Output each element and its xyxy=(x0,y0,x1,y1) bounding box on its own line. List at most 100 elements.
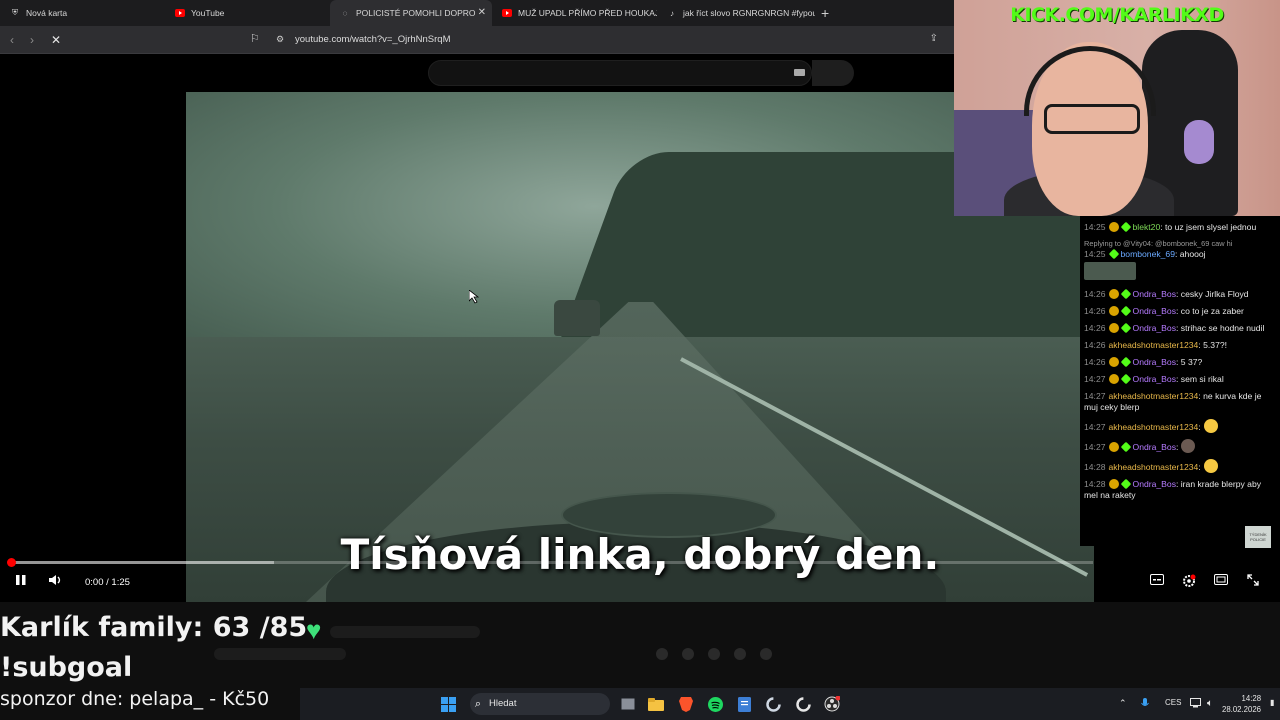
task-view-icon[interactable] xyxy=(620,696,636,712)
chat-username[interactable]: akheadshotmaster1234 xyxy=(1109,391,1199,401)
screen: ⛨ Nová karta YouTube ◌ POLICISTÉ POMOHLI… xyxy=(0,0,1280,720)
carousel-dots xyxy=(656,648,772,660)
chat-username[interactable]: Ondra_Bos xyxy=(1133,289,1176,299)
url-text: youtube.com/watch?v=_OjrhNnSrqM xyxy=(295,34,451,45)
stop-icon[interactable]: ✕ xyxy=(51,33,61,47)
url-field[interactable]: ⚐ ⚙ youtube.com/watch?v=_OjrhNnSrqM ⇪ xyxy=(246,30,946,50)
obs-icon[interactable] xyxy=(824,696,840,712)
bookmark-icon[interactable]: ⚐ xyxy=(250,32,260,45)
tab-label: Nová karta xyxy=(26,8,68,18)
chat-message: 14:26 Ondra_Bos: 5 37? xyxy=(1084,356,1203,368)
microphone-icon[interactable] xyxy=(1141,698,1149,711)
tray-expand-icon[interactable]: ⌃ xyxy=(1119,698,1127,709)
site-settings-icon[interactable]: ⚙ xyxy=(276,34,284,45)
notifications-icon[interactable]: ▮ xyxy=(1270,698,1274,707)
windows-start-icon[interactable] xyxy=(440,696,456,712)
tab-bar: ⛨ Nová karta YouTube ◌ POLICISTÉ POMOHLI… xyxy=(0,0,956,26)
chat-username[interactable]: blekt20 xyxy=(1133,222,1161,232)
chat-message: 14:26 Ondra_Bos: strihac se hodne nudil xyxy=(1084,322,1265,334)
back-icon[interactable]: ‹ xyxy=(10,33,14,47)
kick-channel-url: KICK.COM/KARLIKXD xyxy=(1010,4,1224,26)
tab-label: YouTube xyxy=(191,8,225,18)
youtube-search-input[interactable] xyxy=(428,60,812,86)
chat-username[interactable]: Ondra_Bos xyxy=(1133,442,1176,452)
tab-tiktok[interactable]: ♪ jak říct slovo RGNRGNRGN #fypou xyxy=(657,0,815,26)
chat-username[interactable]: Ondra_Bos xyxy=(1133,357,1176,367)
ccleaner-icon[interactable] xyxy=(765,696,781,712)
pause-icon[interactable] xyxy=(15,574,27,589)
chat-username[interactable]: akheadshotmaster1234 xyxy=(1109,422,1199,432)
chat-username[interactable]: Ondra_Bos xyxy=(1133,374,1176,384)
laughing-emoji-icon xyxy=(1203,419,1218,433)
chat-username[interactable]: akheadshotmaster1234 xyxy=(1109,340,1199,350)
fullscreen-icon[interactable] xyxy=(1247,574,1259,589)
police-logo: TÝDENÍK POLICIE xyxy=(1245,526,1271,548)
spotify-icon[interactable] xyxy=(707,696,723,712)
video-timecode: 0:00 / 1:25 xyxy=(85,577,130,588)
laughing-emoji-icon xyxy=(1203,459,1218,473)
address-bar: ‹ › ✕ ⚐ ⚙ youtube.com/watch?v=_OjrhNnSrq… xyxy=(0,26,956,54)
language-indicator[interactable]: CES xyxy=(1165,698,1181,707)
progress-scrubber[interactable] xyxy=(7,558,16,567)
tab-muz-upadl[interactable]: MUŽ UPADL PŘÍMO PŘED HOUKAJÍC xyxy=(492,0,657,26)
youtube-search-button[interactable] xyxy=(812,60,854,86)
chat-message: 14:26 akheadshotmaster1234: 5.37?! xyxy=(1084,340,1228,350)
ccleaner-alt-icon[interactable] xyxy=(795,696,811,712)
chat-message: 14:26 Ondra_Bos: cesky Jirlka Floyd xyxy=(1084,288,1249,300)
progress-buffered xyxy=(11,561,274,564)
tab-close-icon[interactable]: ✕ xyxy=(478,7,486,18)
chat-username[interactable]: Ondra_Bos xyxy=(1133,323,1176,333)
volume-tray-icon[interactable]: 🔈︎ xyxy=(1207,698,1213,709)
stream-chat: 14:25 blekt20: to uz jsem slysel jednou R… xyxy=(1080,216,1280,546)
subtitles-icon[interactable] xyxy=(1150,574,1164,588)
emote-icon xyxy=(1181,439,1196,453)
file-explorer-icon[interactable] xyxy=(648,696,664,712)
chat-message: 14:25 blekt20: to uz jsem slysel jednou xyxy=(1084,221,1257,233)
tab-policiste[interactable]: ◌ POLICISTÉ POMOHLI DOPRO ✕ xyxy=(330,0,492,26)
placeholder-bar xyxy=(214,648,346,660)
youtube-icon xyxy=(175,8,185,18)
chat-message: 14:25 bombonek_69: ahoooj xyxy=(1084,248,1206,260)
video-progress-bar[interactable] xyxy=(7,558,1093,567)
webcam-overlay: KICK.COM/KARLIKXD xyxy=(954,0,1280,216)
network-icon[interactable] xyxy=(1190,698,1201,710)
chat-message: 14:27 akheadshotmaster1234: xyxy=(1084,419,1276,433)
miniplayer-icon[interactable] xyxy=(1214,574,1228,588)
family-goal: Karlík family: 63 /85 xyxy=(0,612,308,643)
share-icon[interactable]: ⇪ xyxy=(930,33,938,44)
glasses xyxy=(1044,104,1140,134)
clock-date: 28.02.2026 xyxy=(1222,705,1262,714)
chat-message: 14:28 Ondra_Bos: iran krade blerpy aby me… xyxy=(1084,478,1262,500)
mouse-cursor-icon xyxy=(469,290,479,304)
taskbar-clock[interactable]: 14:28 28.02.2026 xyxy=(1222,693,1261,715)
volume-icon[interactable] xyxy=(49,574,63,589)
tab-label: jak říct slovo RGNRGNRGN #fypou xyxy=(683,8,815,18)
subgoal-command: !subgoal xyxy=(0,652,133,683)
search-icon: ⌕ xyxy=(474,697,482,710)
settings-gear-icon[interactable] xyxy=(1182,574,1196,591)
chat-message: 14:27 Ondra_Bos: xyxy=(1084,439,1276,453)
tab-label: MUŽ UPADL PŘÍMO PŘED HOUKAJÍC xyxy=(518,8,657,18)
chat-username[interactable]: bombonek_69 xyxy=(1121,249,1175,259)
notepad-icon[interactable] xyxy=(736,696,752,712)
brave-browser-icon[interactable] xyxy=(678,696,694,712)
chat-username[interactable]: akheadshotmaster1234 xyxy=(1109,462,1199,472)
tab-new-tab[interactable]: ⛨ Nová karta xyxy=(0,0,165,26)
chat-message: 14:28 akheadshotmaster1234: xyxy=(1084,459,1276,473)
video-car xyxy=(554,300,600,336)
loading-icon: ◌ xyxy=(342,8,348,18)
shield-icon: ⛨ xyxy=(12,8,18,17)
forward-icon[interactable]: › xyxy=(30,33,34,47)
youtube-icon xyxy=(502,8,512,18)
tiktok-icon: ♪ xyxy=(670,8,674,18)
new-tab-button[interactable]: + xyxy=(821,5,829,21)
tab-label: POLICISTÉ POMOHLI DOPRO xyxy=(356,8,476,18)
chat-username[interactable]: Ondra_Bos xyxy=(1133,306,1176,316)
chat-emote-image xyxy=(1084,262,1136,280)
taskbar-search-label: Hledat xyxy=(489,698,517,709)
keyboard-icon[interactable] xyxy=(794,69,805,76)
chat-message: 14:27 Ondra_Bos: sem si rikal xyxy=(1084,373,1224,385)
tab-youtube[interactable]: YouTube xyxy=(165,0,325,26)
chat-username[interactable]: Ondra_Bos xyxy=(1133,479,1176,489)
chat-message: 14:26 Ondra_Bos: co to je za zaber xyxy=(1084,305,1244,317)
